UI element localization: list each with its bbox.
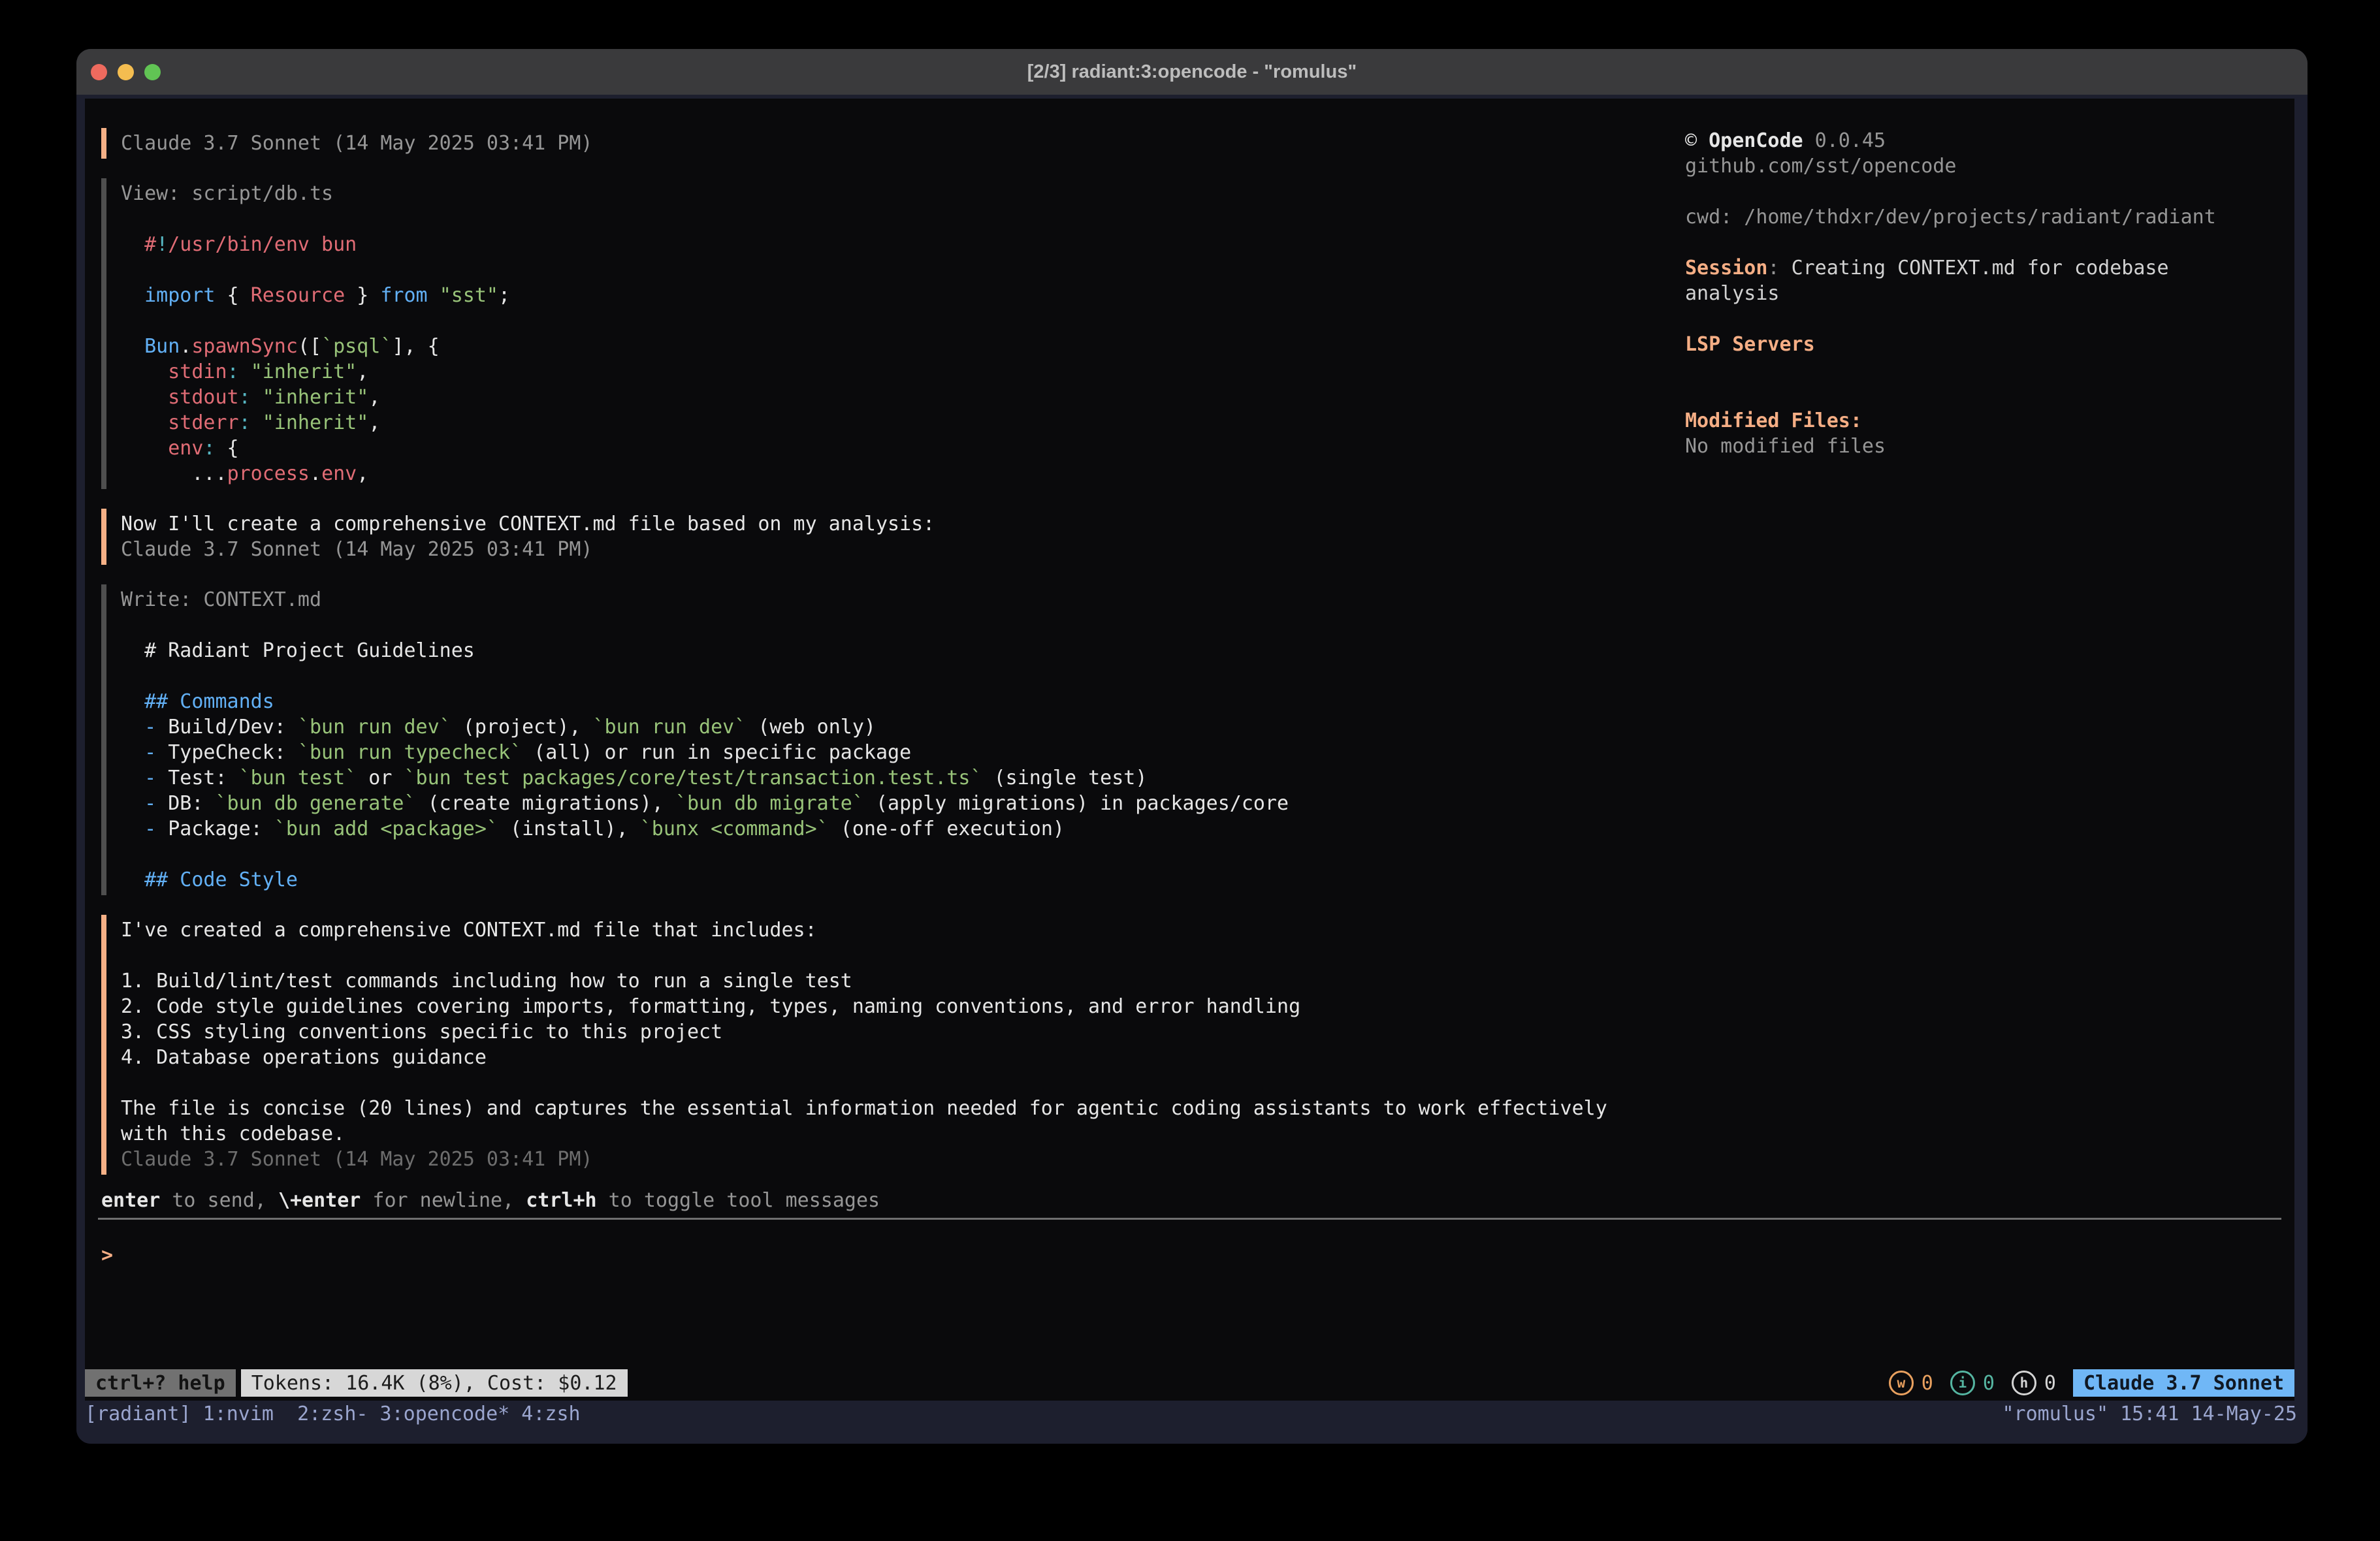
model-badge[interactable]: Claude 3.7 Sonnet	[2073, 1369, 2294, 1397]
text-line	[121, 308, 1662, 334]
text-line: The file is concise (20 lines) and captu…	[121, 1096, 1662, 1121]
composer-hint: enter to send, \+enter for newline, ctrl…	[101, 1188, 880, 1213]
text-line: env: {	[121, 436, 1662, 461]
text-line	[1685, 179, 2234, 204]
status-bar: ctrl+? help Tokens: 16.4K (8%), Cost: $0…	[85, 1369, 2294, 1397]
text-line	[1685, 383, 2234, 408]
assistant-message: I've created a comprehensive CONTEXT.md …	[101, 915, 1662, 1175]
help-badge[interactable]: ctrl+? help	[85, 1369, 236, 1397]
w-circle-icon: w	[1889, 1371, 1914, 1395]
i-circle-icon: i	[1950, 1371, 1975, 1395]
prompt-char: >	[101, 1244, 113, 1267]
text-line: import { Resource } from "sst";	[121, 283, 1662, 308]
window-titlebar: [2/3] radiant:3:opencode - "romulus"	[76, 49, 2308, 95]
text-line	[1685, 230, 2234, 255]
hints-counter: h0	[2012, 1371, 2056, 1396]
counter-value: 0	[1922, 1371, 1933, 1396]
chat-transcript: Claude 3.7 Sonnet (14 May 2025 03:41 PM)…	[101, 128, 1662, 1194]
text-line: 1. Build/lint/test commands including ho…	[121, 968, 1662, 994]
text-line: - Build/Dev: `bun run dev` (project), `b…	[121, 714, 1662, 740]
text-line	[121, 206, 1662, 232]
text-line: Claude 3.7 Sonnet (14 May 2025 03:41 PM)	[121, 1147, 1662, 1172]
text-line: ## Code Style	[121, 867, 1662, 893]
session-sidebar: © OpenCode 0.0.45github.com/sst/opencode…	[1685, 128, 2234, 459]
text-line: 2. Code style guidelines covering import…	[121, 994, 1662, 1019]
text-line: 3. CSS styling conventions specific to t…	[121, 1019, 1662, 1045]
text-line	[1685, 357, 2234, 383]
text-line: ...process.env,	[121, 461, 1662, 486]
assistant-message: Claude 3.7 Sonnet (14 May 2025 03:41 PM)	[101, 128, 1662, 159]
text-line: © OpenCode 0.0.45	[1685, 128, 2234, 153]
text-line: Session: Creating CONTEXT.md for codebas…	[1685, 255, 2234, 306]
text-line: # Radiant Project Guidelines	[121, 638, 1662, 663]
text-line: Now I'll create a comprehensive CONTEXT.…	[121, 511, 1662, 537]
text-line: - TypeCheck: `bun run typecheck` (all) o…	[121, 740, 1662, 765]
text-line: - Package: `bun add <package>` (install)…	[121, 816, 1662, 842]
text-line: I've created a comprehensive CONTEXT.md …	[121, 917, 1662, 943]
text-line: - DB: `bun db generate` (create migratio…	[121, 791, 1662, 816]
text-line: stdin: "inherit",	[121, 359, 1662, 385]
counter-value: 0	[1983, 1371, 1995, 1396]
text-line: Claude 3.7 Sonnet (14 May 2025 03:41 PM)	[121, 537, 1662, 562]
text-line	[121, 257, 1662, 283]
text-line: cwd: /home/thdxr/dev/projects/radiant/ra…	[1685, 204, 2234, 230]
opencode-tui: Claude 3.7 Sonnet (14 May 2025 03:41 PM)…	[85, 99, 2294, 1401]
minimize-window-button[interactable]	[118, 64, 134, 80]
tmux-session-clock: "romulus" 15:41 14-May-25	[2002, 1401, 2297, 1427]
text-line: with this codebase.	[121, 1121, 1662, 1147]
text-line: github.com/sst/opencode	[1685, 153, 2234, 179]
info-counter: i0	[1950, 1371, 1995, 1396]
warnings-counter: w0	[1889, 1371, 1933, 1396]
tool-output: Write: CONTEXT.md # Radiant Project Guid…	[101, 584, 1662, 895]
text-line: Modified Files:	[1685, 408, 2234, 434]
text-line	[1685, 306, 2234, 332]
text-line	[121, 842, 1662, 867]
text-line: 4. Database operations guidance	[121, 1045, 1662, 1070]
tmux-window-list[interactable]: [radiant] 1:nvim 2:zsh- 3:opencode* 4:zs…	[85, 1401, 581, 1427]
terminal-window: [2/3] radiant:3:opencode - "romulus" Cla…	[76, 49, 2308, 1444]
zoom-window-button[interactable]	[144, 64, 161, 80]
text-line	[121, 612, 1662, 638]
text-line	[121, 1070, 1662, 1096]
assistant-message: Now I'll create a comprehensive CONTEXT.…	[101, 509, 1662, 565]
text-line: #!/usr/bin/env bun	[121, 232, 1662, 257]
text-line	[121, 943, 1662, 968]
text-line: Claude 3.7 Sonnet (14 May 2025 03:41 PM)	[121, 131, 1662, 156]
traffic-lights	[91, 49, 161, 95]
text-line: LSP Servers	[1685, 332, 2234, 357]
text-line: View: script/db.ts	[121, 181, 1662, 206]
text-line: Bun.spawnSync([`psql`], {	[121, 334, 1662, 359]
text-line: enter to send, \+enter for newline, ctrl…	[101, 1188, 880, 1213]
window-title: [2/3] radiant:3:opencode - "romulus"	[76, 59, 2308, 85]
diagnostics-counters: w0i0h0	[1889, 1371, 2056, 1396]
composer-input[interactable]: >	[101, 1243, 113, 1268]
terminal-area: Claude 3.7 Sonnet (14 May 2025 03:41 PM)…	[76, 95, 2308, 1444]
text-line: Write: CONTEXT.md	[121, 587, 1662, 612]
text-line: - Test: `bun test` or `bun test packages…	[121, 765, 1662, 791]
text-line	[121, 663, 1662, 689]
text-line: stdout: "inherit",	[121, 385, 1662, 410]
text-line: stderr: "inherit",	[121, 410, 1662, 436]
tool-output: View: script/db.ts #!/usr/bin/env bun im…	[101, 178, 1662, 489]
h-circle-icon: h	[2012, 1371, 2036, 1395]
counter-value: 0	[2044, 1371, 2056, 1396]
tmux-status-bar: [radiant] 1:nvim 2:zsh- 3:opencode* 4:zs…	[76, 1401, 2308, 1427]
close-window-button[interactable]	[91, 64, 107, 80]
tokens-cost-badge: Tokens: 16.4K (8%), Cost: $0.12	[241, 1369, 628, 1397]
text-line: No modified files	[1685, 434, 2234, 459]
text-line: ## Commands	[121, 689, 1662, 714]
composer-divider	[98, 1218, 2281, 1220]
